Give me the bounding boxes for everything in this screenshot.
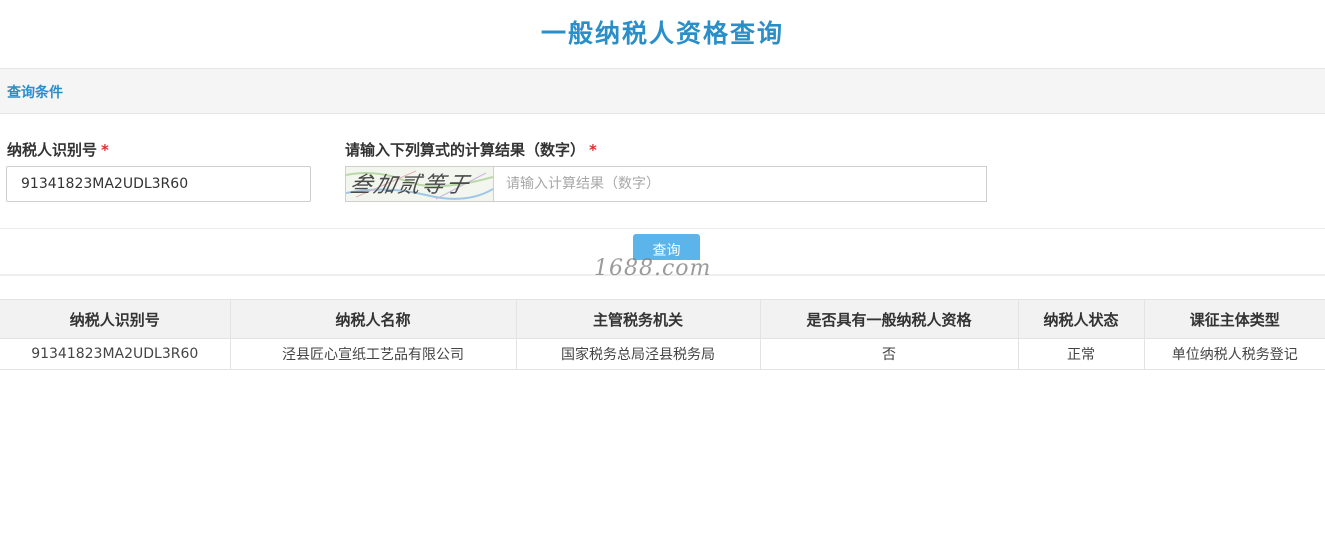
required-mark: * xyxy=(589,141,597,159)
results-table: 纳税人识别号 纳税人名称 主管税务机关 是否具有一般纳税人资格 纳税人状态 课征… xyxy=(0,299,1325,370)
cell-qualification: 否 xyxy=(759,338,1019,370)
query-conditions-bar: 查询条件 xyxy=(0,68,1325,114)
captcha-label-text: 请输入下列算式的计算结果（数字） xyxy=(345,141,586,159)
table-header-row: 纳税人识别号 纳税人名称 主管税务机关 是否具有一般纳税人资格 纳税人状态 课征… xyxy=(0,299,1325,339)
captcha-text: 叁加贰等于 xyxy=(347,172,472,198)
cell-tax-id: 91341823MA2UDL3R60 xyxy=(0,338,231,370)
header-taxpayer-status: 纳税人状态 xyxy=(1017,299,1145,339)
table-row: 91341823MA2UDL3R60 泾县匠心宣纸工艺品有限公司 国家税务总局泾… xyxy=(0,338,1325,370)
required-mark: * xyxy=(101,141,109,159)
cell-tax-authority: 国家税务总局泾县税务局 xyxy=(515,338,761,370)
captcha-answer-input[interactable] xyxy=(494,167,984,201)
tax-id-input[interactable] xyxy=(6,166,311,202)
section-title: 查询条件 xyxy=(7,85,63,101)
header-levy-subject-type: 课征主体类型 xyxy=(1143,299,1325,339)
captcha-group: 叁加贰等于 xyxy=(345,166,987,202)
header-taxpayer-name: 纳税人名称 xyxy=(229,299,517,339)
captcha-image[interactable]: 叁加贰等于 xyxy=(346,167,494,201)
header-tax-id: 纳税人识别号 xyxy=(0,299,231,339)
tax-id-label-text: 纳税人识别号 xyxy=(7,141,98,159)
header-general-taxpayer-qualification: 是否具有一般纳税人资格 xyxy=(759,299,1019,339)
captcha-label: 请输入下列算式的计算结果（数字） * xyxy=(345,139,597,160)
cell-levy-type: 单位纳税人税务登记 xyxy=(1143,338,1325,370)
tax-id-label: 纳税人识别号 * xyxy=(7,139,109,160)
cell-status: 正常 xyxy=(1017,338,1145,370)
captcha-noise-graphic: 叁加贰等于 xyxy=(346,167,493,201)
cell-taxpayer-name: 泾县匠心宣纸工艺品有限公司 xyxy=(229,338,517,370)
form-divider xyxy=(0,228,1325,229)
header-tax-authority: 主管税务机关 xyxy=(515,299,761,339)
watermark: 1688.com xyxy=(594,256,712,281)
page-title: 一般纳税人资格查询 xyxy=(540,19,784,48)
